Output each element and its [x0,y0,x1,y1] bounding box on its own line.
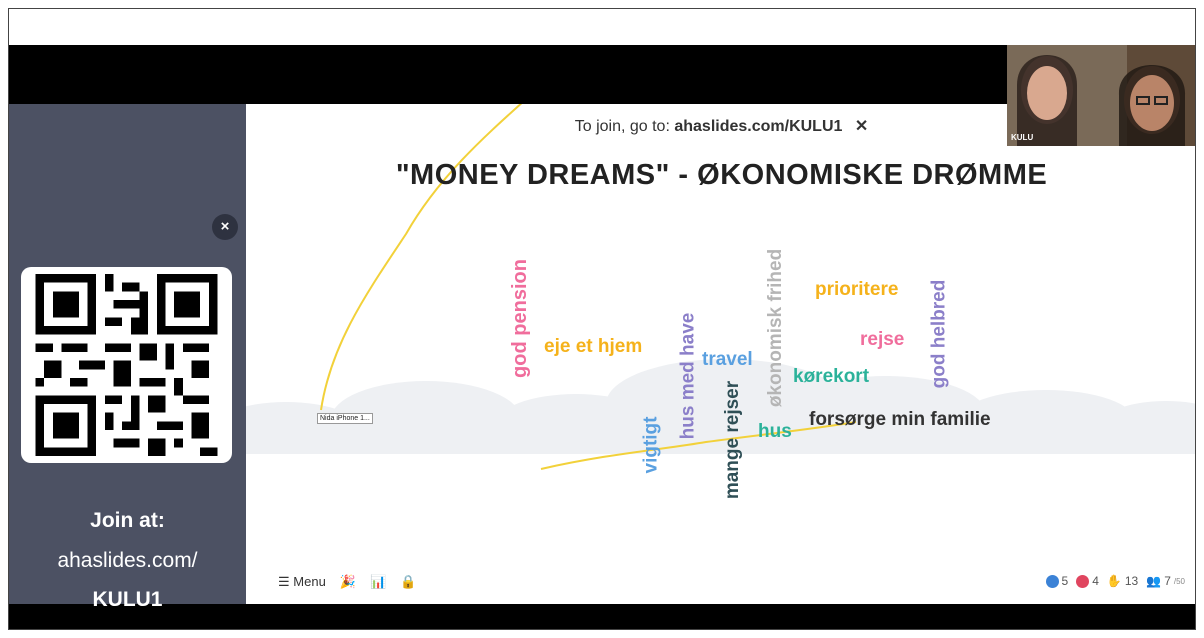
screen-frame: × Join at: ahaslides.com/ KULU1 To join,… [8,8,1196,630]
like-icon [1045,574,1059,588]
audience-stats: 5 4 ✋ 13 👥 7/50 [1045,574,1185,588]
word-korekort: kørekort [793,366,870,387]
word-mange-rejser: mange rejser [722,380,744,500]
word-vigtigt: vigtigt [640,416,662,474]
word-okonomisk-frihed: økonomisk frihed [765,248,787,408]
hands-count: 13 [1124,574,1139,588]
clap-icon: ✋ [1106,574,1122,588]
device-tag: Nida iPhone 1... [317,413,373,424]
word-rejse: rejse [860,329,905,350]
top-bar [9,9,1195,45]
audience-count: 7 [1164,574,1171,588]
join-sidebar: × Join at: ahaslides.com/ KULU1 [9,104,246,611]
presenter-toolbar: ☰ Menu 🎉 📊 🔒 [278,574,416,590]
qr-code-icon [35,274,218,456]
word-forsorge-min-familie: forsørge min familie [809,409,991,430]
word-god-helbred: god helbred [928,279,950,389]
slide-title: "MONEY DREAMS" - ØKONOMISKE DRØMME [395,159,1048,191]
likes-stat: 5 [1045,574,1069,588]
join-url: ahaslides.com/ [57,549,198,572]
presentation-slide: To join, go to: ahaslides.com/KULU1 ✕ "M… [246,104,1195,604]
join-instruction-text: To join, go to: [574,118,670,135]
hand-cursor-icon: ☝ [1195,375,1196,389]
heart-icon [1076,574,1090,588]
word-prioritere: prioritere [815,279,899,300]
hearts-count: 4 [1092,574,1099,588]
lock-icon[interactable]: 🔒 [400,574,416,590]
qr-code [21,267,232,463]
chart-off-icon[interactable]: 📊 [370,574,386,590]
word-god-pension: god pension [508,259,531,378]
audience-stat: 👥 7/50 [1146,574,1185,588]
hearts-stat: 4 [1076,574,1099,588]
menu-button[interactable]: ☰ Menu [278,574,326,590]
join-label: Join at: [90,509,165,532]
hands-stat: ✋ 13 [1107,574,1138,588]
webcam-feed: KULU [1007,45,1195,146]
word-eje-et-hjem: eje et hjem [544,336,643,357]
confetti-icon[interactable]: 🎉 [340,574,356,590]
audience-max: /50 [1173,576,1185,586]
hamburger-icon: ☰ [278,574,290,589]
people-icon: 👥 [1146,574,1162,588]
join-bar-close-icon[interactable]: ✕ [855,118,868,135]
join-instruction-url: ahaslides.com/KULU1 [674,118,843,135]
word-travel: travel [702,349,753,370]
menu-label: Menu [293,574,326,589]
webcam-video-icon [1007,45,1195,146]
join-code: KULU1 [92,588,163,611]
word-hus: hus [758,421,792,442]
sidebar-close-button[interactable]: × [212,214,238,240]
word-hus-med-have: hus med have [677,312,699,440]
likes-count: 5 [1061,574,1069,588]
webcam-label: KULU [1011,133,1034,142]
